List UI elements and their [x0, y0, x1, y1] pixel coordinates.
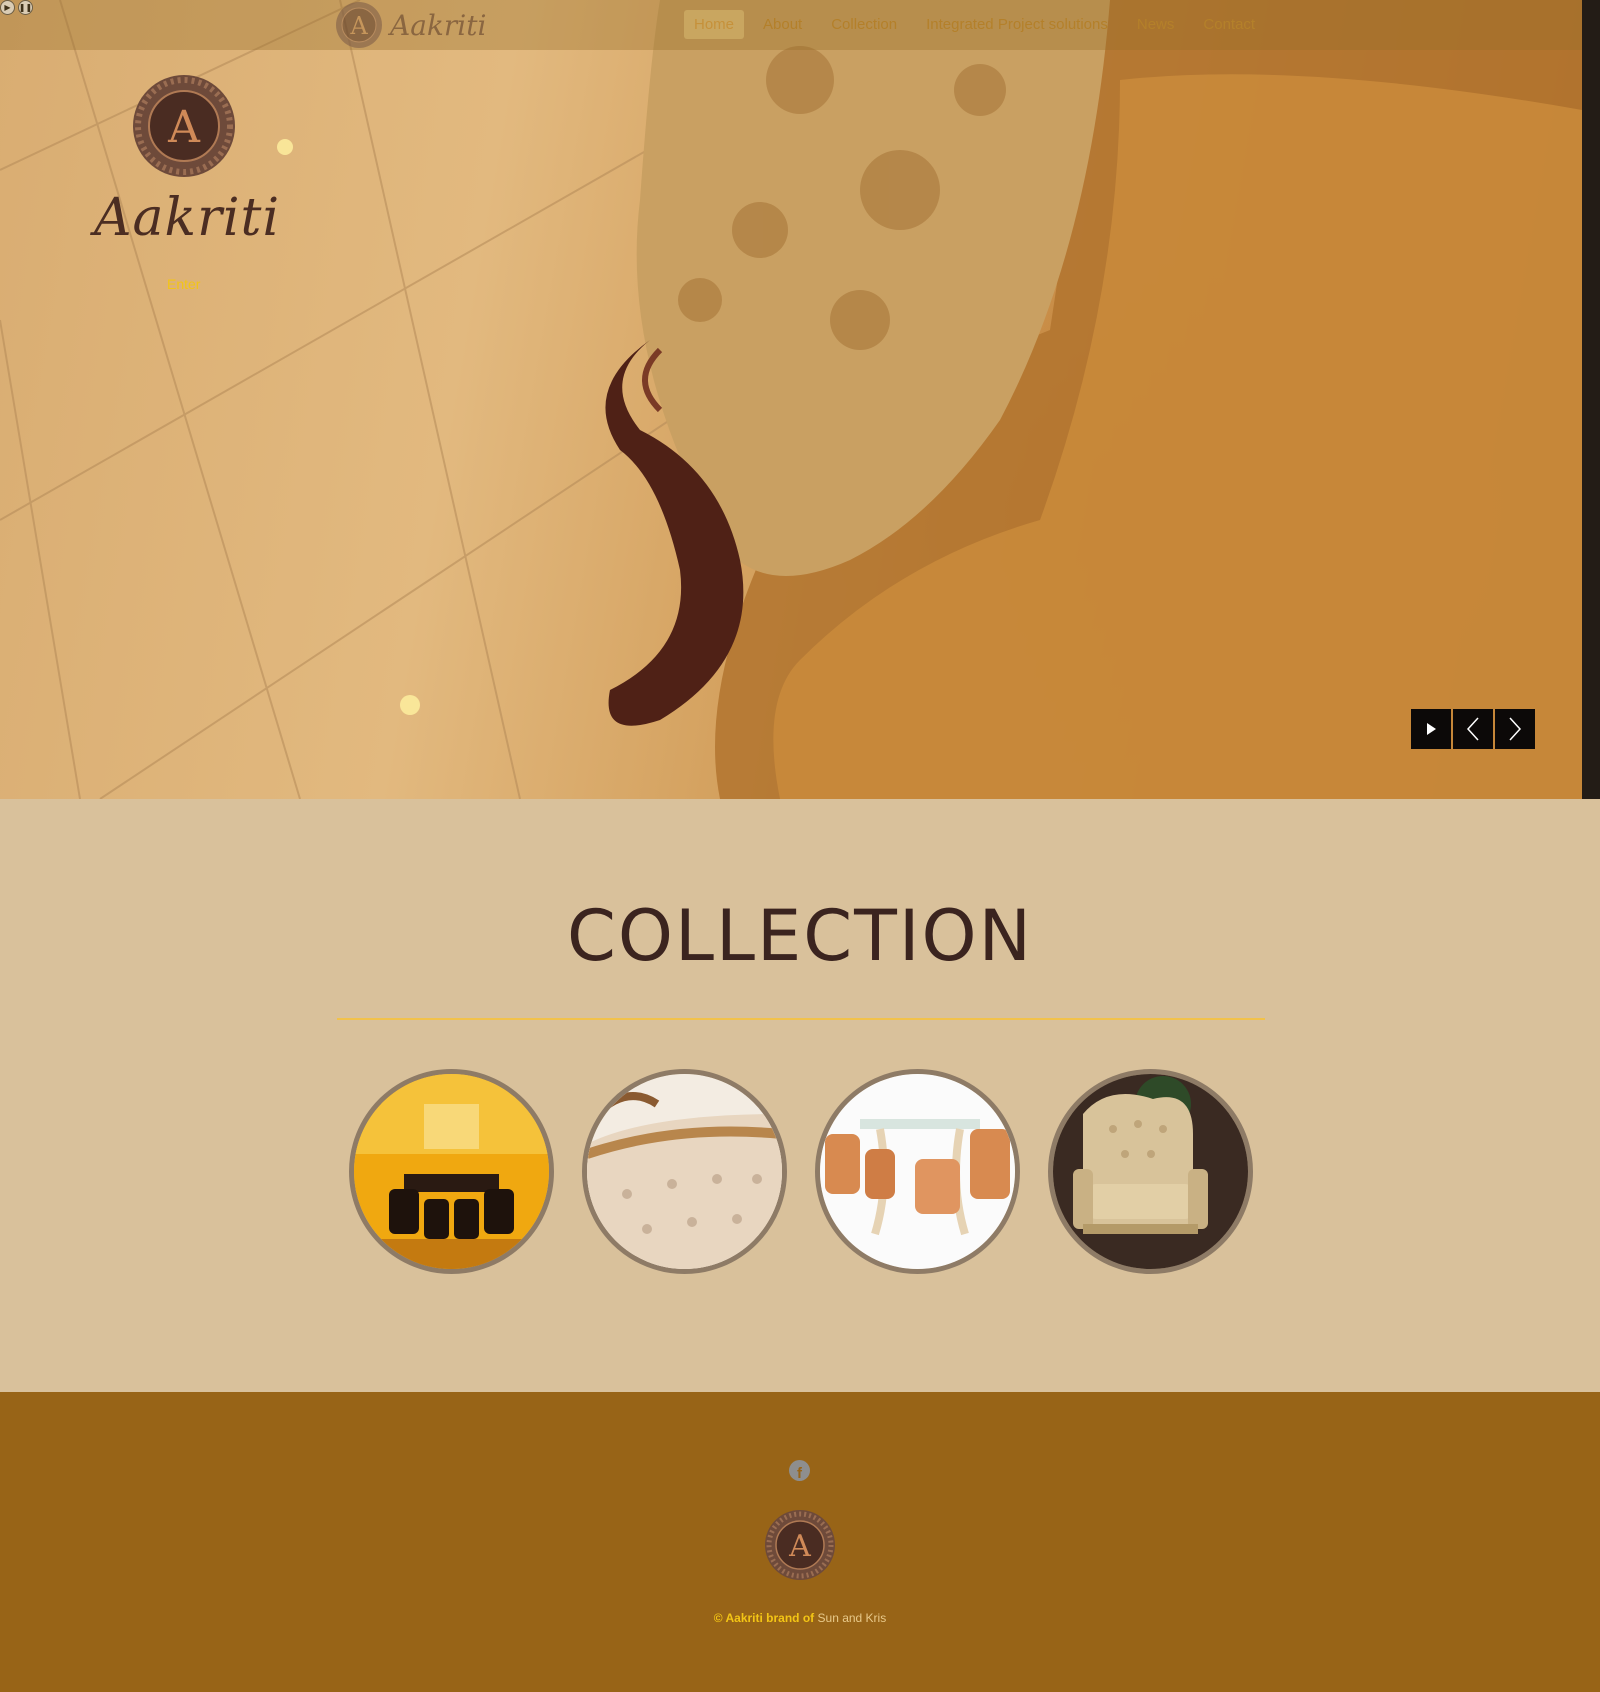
slider-controls: [1411, 709, 1535, 749]
collection-section: COLLECTION: [0, 799, 1600, 1392]
nav-home[interactable]: Home: [684, 10, 745, 39]
scrollbar[interactable]: [1582, 0, 1600, 799]
nav-contact[interactable]: Contact: [1193, 10, 1265, 39]
nav-about[interactable]: About: [753, 10, 812, 39]
collection-item-tufted-sofa[interactable]: [582, 1069, 787, 1274]
facebook-icon[interactable]: f: [789, 1460, 810, 1481]
header-brand-name: Aakriti: [390, 8, 487, 42]
main-nav: Home About Collection Integrated Project…: [684, 10, 1274, 39]
footer-emblem-icon: A: [765, 1510, 835, 1580]
logo-emblem-icon: A: [336, 2, 382, 48]
footer-emblem-letter: A: [788, 1529, 811, 1564]
hero-slideshow: ▶ ❚❚ A Aakriti Home About Collection Int…: [0, 0, 1600, 799]
copyright-label: © Aakriti brand of: [713, 1611, 815, 1625]
title-divider: [337, 1018, 1265, 1020]
copyright-text: © Aakriti brand of Sun and Kris: [0, 1611, 1600, 1625]
nav-integrated-project-solutions[interactable]: Integrated Project solutions: [916, 10, 1118, 39]
collection-thumbnails: [349, 1069, 1253, 1274]
slider-play-button[interactable]: [1411, 709, 1451, 749]
collection-item-dining-set[interactable]: [815, 1069, 1020, 1274]
footer-logo[interactable]: A: [764, 1509, 836, 1585]
chevron-right-icon: [1509, 717, 1522, 741]
enter-link[interactable]: Enter: [167, 276, 200, 292]
brand-emblem-letter: A: [167, 102, 201, 153]
collection-item-office-interior[interactable]: [349, 1069, 554, 1274]
collection-title: COLLECTION: [567, 895, 1033, 977]
header-logo[interactable]: A Aakriti: [334, 0, 486, 50]
top-navigation-bar: A Aakriti Home About Collection Integrat…: [0, 0, 1582, 50]
slider-next-button[interactable]: [1495, 709, 1535, 749]
play-icon: [1427, 723, 1436, 735]
chevron-left-icon: [1466, 717, 1479, 741]
company-link[interactable]: Sun and Kris: [818, 1611, 887, 1625]
footer: f A © Aakriti brand of Sun and Kris: [0, 1392, 1600, 1692]
collection-item-armchair[interactable]: [1048, 1069, 1253, 1274]
nav-news[interactable]: News: [1127, 10, 1185, 39]
brand-emblem-icon: A: [133, 75, 235, 177]
slider-prev-button[interactable]: [1453, 709, 1493, 749]
hero-brand: A Aakriti: [94, 74, 281, 248]
nav-collection[interactable]: Collection: [821, 10, 907, 39]
svg-text:A: A: [349, 12, 368, 40]
brand-wordmark: Aakriti: [94, 188, 281, 248]
